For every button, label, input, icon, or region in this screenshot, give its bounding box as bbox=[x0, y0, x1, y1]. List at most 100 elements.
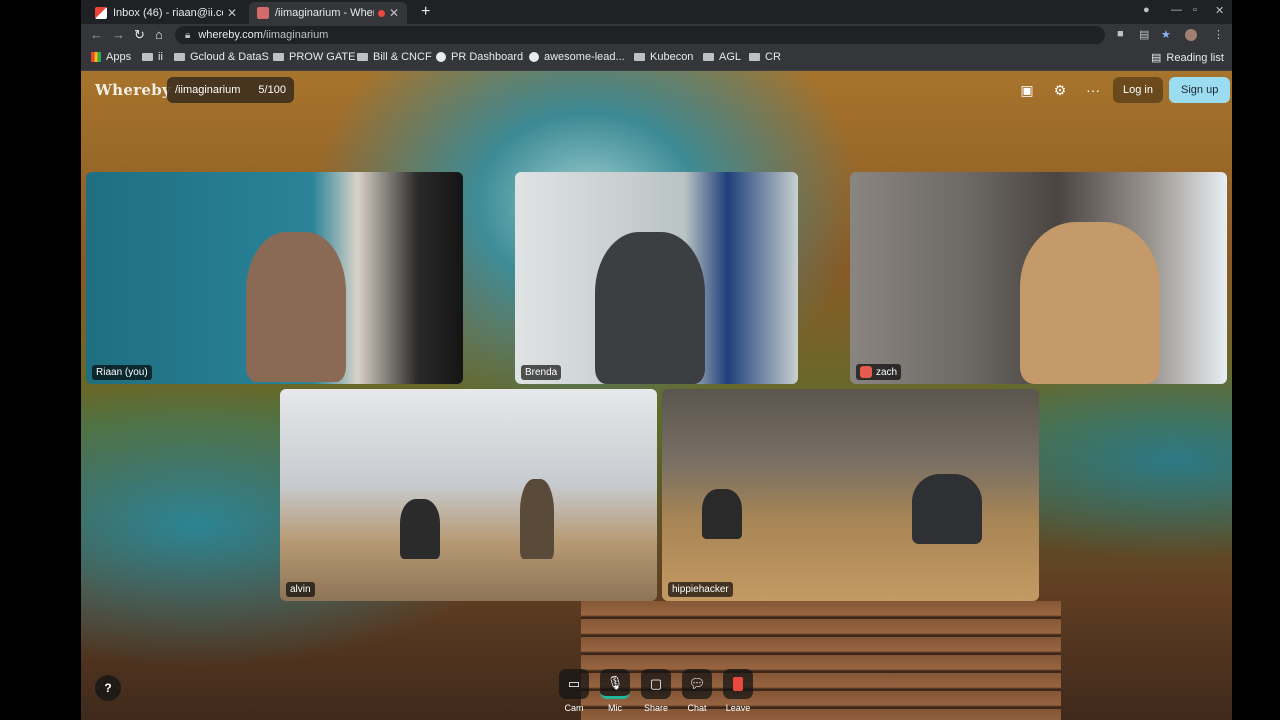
participant-video bbox=[702, 489, 742, 539]
signup-button[interactable]: Sign up bbox=[1169, 77, 1231, 103]
bookmark-apps[interactable]: Apps bbox=[91, 51, 131, 63]
participant-name-tag: hippiehacker bbox=[668, 582, 733, 597]
close-tab-icon[interactable]: ✕ bbox=[389, 6, 399, 20]
tab-title: Inbox (46) - riaan@ii.coop bbox=[113, 7, 223, 19]
close-tab-icon[interactable]: ✕ bbox=[227, 6, 237, 20]
participant-video bbox=[912, 474, 982, 544]
bookmark-label: Apps bbox=[106, 51, 132, 63]
bookmark-label: awesome-lead... bbox=[544, 51, 625, 63]
control-label: Mic bbox=[608, 703, 622, 713]
close-window-icon[interactable]: ✕ bbox=[1215, 4, 1224, 17]
home-icon[interactable]: ⌂ bbox=[155, 27, 163, 42]
bookmark-label: ii bbox=[158, 51, 163, 63]
gmail-icon bbox=[95, 7, 107, 19]
bookmark-agl[interactable]: AGL bbox=[703, 51, 741, 63]
browser-window: Inbox (46) - riaan@ii.coop ✕ /iimaginari… bbox=[81, 0, 1232, 720]
lock-icon: 🔒︎ bbox=[185, 29, 191, 41]
video-tile-brenda[interactable]: Brenda bbox=[515, 172, 798, 384]
participant-count: 5/100 bbox=[258, 84, 286, 96]
reading-list-label: Reading list bbox=[1166, 51, 1224, 64]
video-tile-alvin[interactable]: alvin bbox=[280, 389, 657, 601]
tab-gmail[interactable]: Inbox (46) - riaan@ii.coop ✕ bbox=[87, 2, 245, 24]
recording-dot-icon bbox=[378, 9, 385, 17]
participant-video bbox=[1020, 222, 1160, 384]
reload-icon[interactable]: ↻ bbox=[134, 27, 145, 43]
camera-icon: ▭ bbox=[559, 669, 589, 699]
bookmark-label: CR bbox=[765, 51, 781, 63]
participant-video bbox=[520, 479, 554, 559]
tab-whereby[interactable]: /iimaginarium - Whereby ✕ bbox=[249, 2, 407, 24]
leave-button[interactable]: Leave bbox=[720, 669, 756, 713]
participant-name-tag: zach bbox=[856, 364, 902, 380]
url-path: /iimaginarium bbox=[262, 29, 329, 41]
apps-grid-icon bbox=[91, 52, 101, 62]
share-button[interactable]: ▢ Share bbox=[638, 669, 674, 713]
url-host: whereby.com bbox=[198, 29, 263, 41]
video-tile-riaan[interactable]: Riaan (you) bbox=[86, 172, 463, 384]
folder-icon bbox=[634, 53, 645, 61]
whereby-logo[interactable]: Whereby bbox=[95, 81, 171, 99]
folder-icon bbox=[174, 53, 185, 61]
bookmarks-bar: Apps ii Gcloud & DataS PROW GATE Bill & … bbox=[81, 46, 1232, 71]
address-bar[interactable]: 🔒︎ whereby.com /iimaginarium bbox=[175, 26, 1105, 44]
bookmark-prow-gate[interactable]: PROW GATE bbox=[273, 51, 355, 63]
whereby-icon bbox=[257, 7, 269, 19]
participant-name-tag: Riaan (you) bbox=[92, 365, 152, 380]
leave-icon bbox=[723, 669, 753, 699]
bookmark-awesome-lead[interactable]: awesome-lead... bbox=[529, 51, 625, 63]
chat-bubble-icon: 💬︎ bbox=[682, 669, 712, 699]
participant-video bbox=[400, 499, 440, 559]
back-icon[interactable]: ← bbox=[90, 27, 103, 42]
reading-list[interactable]: ▤ Reading list bbox=[1151, 51, 1224, 65]
bookmark-pr-dashboard[interactable]: PR Dashboard bbox=[436, 51, 523, 63]
cam-button[interactable]: ▭ Cam bbox=[556, 669, 592, 713]
profile-icon[interactable]: ● bbox=[1143, 4, 1150, 16]
control-label: Cam bbox=[564, 703, 584, 713]
forward-icon[interactable]: → bbox=[112, 27, 125, 42]
more-options-icon[interactable]: ··· bbox=[1082, 79, 1104, 101]
mic-muted-icon bbox=[860, 366, 872, 378]
folder-icon bbox=[273, 53, 284, 61]
browser-toolbar: ← → ↻ ⌂ 🔒︎ whereby.com /iimaginarium ■ ▤… bbox=[81, 24, 1232, 46]
bookmark-label: PR Dashboard bbox=[451, 51, 524, 63]
bookmark-label: AGL bbox=[719, 51, 742, 63]
login-button[interactable]: Log in bbox=[1113, 77, 1163, 103]
participant-video bbox=[595, 232, 705, 384]
video-tile-hippiehacker[interactable]: hippiehacker bbox=[662, 389, 1039, 601]
bookmark-ii[interactable]: ii bbox=[142, 51, 163, 63]
room-info: /iimaginarium 5/100 bbox=[167, 77, 294, 103]
bookmark-bill-cncf[interactable]: Bill & CNCF bbox=[357, 51, 432, 63]
bookmark-label: Bill & CNCF bbox=[373, 51, 432, 63]
mic-button[interactable]: 🎙︎ Mic bbox=[597, 669, 633, 713]
control-label: Share bbox=[643, 703, 669, 713]
tab-title: /iimaginarium - Whereby bbox=[275, 7, 374, 19]
avatar[interactable] bbox=[1185, 29, 1197, 41]
minimize-icon[interactable]: — bbox=[1171, 4, 1182, 16]
bookmark-label: Kubecon bbox=[650, 51, 694, 63]
video-tile-zach[interactable]: zach bbox=[850, 172, 1227, 384]
participant-name: Riaan (you) bbox=[96, 367, 148, 378]
maximize-icon[interactable]: ▫ bbox=[1193, 4, 1197, 16]
meeting-room: Whereby /iimaginarium 5/100 ▣ ⚙ ··· Log … bbox=[81, 71, 1232, 720]
help-button[interactable]: ? bbox=[95, 675, 121, 701]
tab-bar: Inbox (46) - riaan@ii.coop ✕ /iimaginari… bbox=[81, 0, 1232, 24]
settings-gear-icon[interactable]: ⚙ bbox=[1049, 79, 1071, 101]
room-name: /iimaginarium bbox=[175, 84, 241, 96]
bookmark-label: Gcloud & DataS bbox=[190, 51, 269, 63]
folder-icon bbox=[357, 53, 368, 61]
bookmark-gcloud[interactable]: Gcloud & DataS bbox=[174, 51, 269, 63]
new-tab-button[interactable]: + bbox=[421, 3, 430, 21]
control-label: Leave bbox=[725, 703, 751, 713]
extension-icon[interactable]: ▤ bbox=[1139, 28, 1149, 41]
chat-button[interactable]: 💬︎ Chat bbox=[679, 669, 715, 713]
bookmark-cr[interactable]: CR bbox=[749, 51, 781, 63]
bookmark-star-icon[interactable]: ★ bbox=[1161, 28, 1171, 41]
bookmark-kubecon[interactable]: Kubecon bbox=[634, 51, 693, 63]
menu-kebab-icon[interactable]: ⋮ bbox=[1213, 28, 1224, 41]
globe-icon bbox=[436, 52, 446, 62]
folder-icon bbox=[142, 53, 153, 61]
camera-in-use-icon[interactable]: ■ bbox=[1117, 28, 1124, 40]
picture-in-picture-icon[interactable]: ▣ bbox=[1016, 79, 1038, 101]
participant-name: Brenda bbox=[525, 367, 558, 378]
folder-icon bbox=[749, 53, 760, 61]
